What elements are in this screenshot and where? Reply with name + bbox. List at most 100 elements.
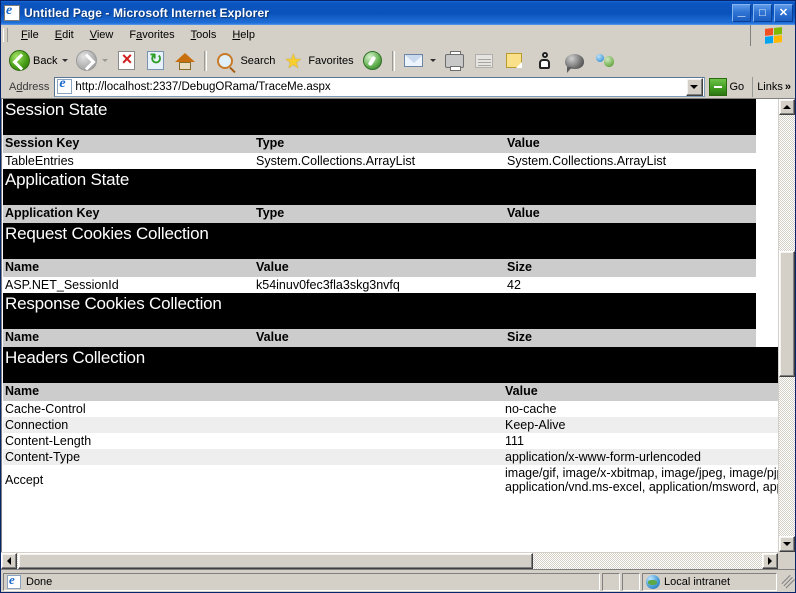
back-history-chevron-down-icon[interactable] [62,59,68,62]
triangle-right-icon [768,557,772,565]
vertical-scroll-thumb[interactable] [779,251,795,377]
security-zone-pane[interactable]: Local intranet [642,573,777,591]
forward-history-chevron-down-icon[interactable] [102,59,108,62]
forward-button[interactable] [72,48,112,74]
minimize-button[interactable]: _ [732,4,751,22]
speech-bubble-icon [564,50,586,72]
window-controls: _ □ ✕ [732,4,793,22]
cell-header-value: image/gif, image/x-xbitmap, image/jpeg, … [503,465,778,495]
menu-item-view-label: iew [97,29,114,41]
back-button[interactable]: Back [5,48,72,74]
address-url-text[interactable]: http://localhost:2337/DebugORama/TraceMe… [75,81,685,93]
search-button[interactable]: Search [211,48,279,74]
printer-icon [444,50,466,72]
asp-trace-output: ctrl7 System.Web.UI.LiteralControl 20 0 … [3,99,778,495]
status-pane-3 [622,573,640,591]
favorites-button-label: Favorites [308,55,353,67]
menu-item-help[interactable]: Help [224,27,263,43]
triangle-up-icon [783,105,791,109]
scroll-right-button[interactable] [762,553,778,569]
scroll-down-button[interactable] [779,536,795,552]
address-dropdown-button[interactable] [686,78,703,96]
resize-grip[interactable] [779,575,793,589]
column-header-row: Name Value Size [3,259,756,277]
messenger-button[interactable] [530,48,560,74]
person-running-icon [534,50,556,72]
triangle-down-icon [783,542,791,546]
scroll-left-button[interactable] [1,553,17,569]
stop-icon [118,51,135,70]
menu-item-view[interactable]: View [82,27,122,43]
cell-header-value: application/x-www-form-urlencoded [503,449,778,465]
discuss-button[interactable] [560,48,590,74]
mail-chevron-down-icon[interactable] [430,59,436,62]
column-header-resp-cookie-size: Size [505,329,756,347]
page-viewport: ctrl7 System.Web.UI.LiteralControl 20 0 … [1,98,795,570]
table-row: Accept image/gif, image/x-xbitmap, image… [3,465,778,495]
column-header-type: Type [254,135,505,153]
close-button[interactable]: ✕ [774,4,793,22]
cell-header-value: no-cache [503,401,778,417]
scrollbar-corner [778,552,795,569]
links-button[interactable]: Links » [752,77,795,97]
search-button-label: Search [240,55,275,67]
refresh-button[interactable] [141,48,170,74]
status-message-pane: Done [3,573,600,591]
horizontal-scrollbar[interactable] [1,552,778,569]
horizontal-scroll-thumb[interactable] [18,553,533,569]
menu-item-file-label: ile [28,29,39,41]
note-icon [504,50,526,72]
section-title-request-cookies: Request Cookies Collection [3,223,756,259]
home-button[interactable] [170,48,200,74]
maximize-button[interactable]: □ [753,4,772,22]
menu-item-tools[interactable]: Tools [183,27,225,43]
address-page-icon [57,79,72,94]
column-header-cookie-size: Size [505,259,756,277]
column-header-application-key: Application Key [3,205,254,223]
scroll-up-button[interactable] [779,99,795,115]
media-button[interactable] [358,48,388,74]
table-row: TableEntries System.Collections.ArrayLis… [3,153,756,169]
print-button[interactable] [440,48,470,74]
favorites-button[interactable]: Favorites [279,48,357,74]
go-button-label: Go [730,81,745,93]
menu-item-favorites[interactable]: Favorites [121,27,182,43]
section-application-state: Application State Application Key Type V… [3,169,756,223]
notes-button[interactable] [500,48,530,74]
section-header-row: Response Cookies Collection [3,293,756,329]
cell-session-type: System.Collections.ArrayList [254,153,505,169]
window-title: Untitled Page - Microsoft Internet Explo… [24,6,732,20]
menu-item-edit[interactable]: Edit [47,27,82,43]
address-input[interactable]: http://localhost:2337/DebugORama/TraceMe… [54,77,704,97]
cell-header-name: Connection [3,417,503,433]
cell-header-value: Keep-Alive [503,417,778,433]
cell-session-value: System.Collections.ArrayList [505,153,756,169]
media-icon [362,50,384,72]
column-header-app-type: Type [254,205,505,223]
column-header-app-value: Value [505,205,756,223]
table-row: Content-Length 111 [3,433,778,449]
people-button[interactable] [590,48,620,74]
back-arrow-icon [9,50,30,71]
security-zone-label: Local intranet [664,576,730,588]
browser-toolbar: Back Search Favorites [1,46,795,76]
links-chevron-icon: » [785,81,791,93]
column-header-header-name: Name [3,383,503,401]
page-clip: ctrl7 System.Web.UI.LiteralControl 20 0 … [1,99,778,552]
section-session-state: Session State Session Key Type Value Tab… [3,99,756,169]
ie-status-icon [7,575,21,589]
ie-page-icon [4,5,20,21]
windows-flag-logo [750,25,795,46]
title-bar: Untitled Page - Microsoft Internet Explo… [1,1,795,25]
table-row: Connection Keep-Alive [3,417,778,433]
cell-header-name: Content-Type [3,449,503,465]
column-header-session-key: Session Key [3,135,254,153]
section-request-cookies-collection: Request Cookies Collection Name Value Si… [3,223,756,293]
vertical-scrollbar[interactable] [778,99,795,552]
mail-button[interactable] [399,48,440,74]
go-button[interactable]: Go [705,78,751,96]
people-icon [594,50,616,72]
triangle-left-icon [7,557,11,565]
stop-button[interactable] [112,48,141,74]
menu-item-file[interactable]: File [13,27,47,43]
